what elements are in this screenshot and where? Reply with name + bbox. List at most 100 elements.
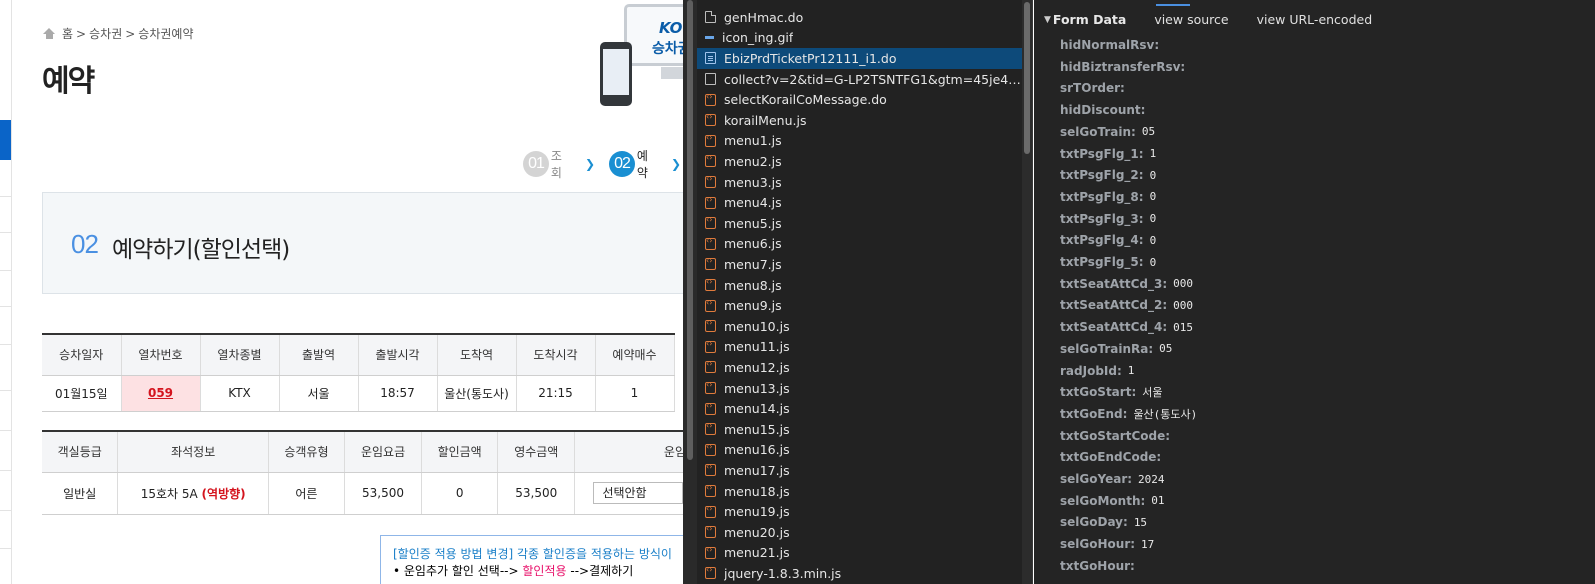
network-request-row[interactable]: menu4.js xyxy=(697,192,1022,213)
request-name: menu19.js xyxy=(724,504,790,520)
web-scrollbar-thumb[interactable] xyxy=(687,0,693,460)
script-icon xyxy=(705,133,716,147)
network-request-row[interactable]: menu10.js xyxy=(697,316,1022,337)
image-icon xyxy=(705,36,714,40)
breadcrumb-separator: > xyxy=(125,26,136,41)
passenger-type: 어른 xyxy=(268,472,345,515)
network-request-row[interactable]: menu5.js xyxy=(697,213,1022,234)
field-value: 17 xyxy=(1141,537,1155,551)
form-data-field: selGoTrain: 05 xyxy=(1060,122,1155,142)
field-key: selGoTrainRa: xyxy=(1060,341,1154,356)
field-key: txtGoStart: xyxy=(1060,385,1137,400)
paid-amount: 53,500 xyxy=(497,472,576,515)
network-request-row[interactable]: menu7.js xyxy=(697,254,1022,275)
breadcrumb-separator: > xyxy=(76,26,87,41)
train-info-table: 승차일자 열차번호 열차종별 출발역 출발시각 도착역 도착시각 예약매수 01… xyxy=(42,333,675,412)
discount-select[interactable]: 선택안함 xyxy=(593,482,684,504)
network-request-row[interactable]: menu6.js xyxy=(697,234,1022,255)
seat-direction: (역방향) xyxy=(201,486,246,501)
arrive-station: 울산(통도사) xyxy=(437,375,517,412)
pane-splitter[interactable] xyxy=(683,0,697,584)
network-request-row[interactable]: menu16.js xyxy=(697,440,1022,461)
request-name: menu10.js xyxy=(724,318,790,334)
request-name: menu16.js xyxy=(724,442,790,458)
app-banner[interactable]: KO 승차권 xyxy=(596,4,695,110)
network-request-row[interactable]: menu20.js xyxy=(697,522,1022,543)
network-request-row[interactable]: icon_ing.gif xyxy=(697,28,1022,49)
column-header: 영수금액 xyxy=(497,431,576,473)
column-header: 출발역 xyxy=(279,334,359,376)
fare-amount: 53,500 xyxy=(344,472,423,515)
section-header: 02 예약하기(할인선택) xyxy=(42,192,695,294)
table-header-row: 객실등급 좌석정보 승객유형 운임요금 할인금액 영수금액 운임 xyxy=(42,431,695,473)
request-name: menu15.js xyxy=(724,421,790,437)
network-request-row[interactable]: menu1.js xyxy=(697,131,1022,152)
left-sidebar-selected[interactable] xyxy=(0,120,11,160)
section-number: 02 xyxy=(71,229,99,259)
form-data-field: hidNormalRsv: xyxy=(1060,35,1165,55)
form-data-field: selGoHour: 17 xyxy=(1060,534,1154,554)
breadcrumb-home[interactable]: 홈 xyxy=(62,25,73,42)
field-value: 0 xyxy=(1149,233,1157,247)
breadcrumb-level2[interactable]: 승차권예약 xyxy=(138,25,193,42)
request-name: menu7.js xyxy=(724,256,782,272)
form-data-field: selGoYear: 2024 xyxy=(1060,469,1165,489)
train-number-cell: 059 xyxy=(121,375,201,412)
left-sidebar-strip xyxy=(0,0,12,584)
view-url-encoded-link[interactable]: view URL-encoded xyxy=(1257,12,1373,27)
network-request-row[interactable]: menu2.js xyxy=(697,151,1022,172)
network-request-row[interactable]: menu15.js xyxy=(697,419,1022,440)
banner-logo: KO xyxy=(659,19,683,37)
field-key: txtGoEnd: xyxy=(1060,406,1128,421)
script-icon xyxy=(705,401,716,415)
network-request-row[interactable]: menu12.js xyxy=(697,357,1022,378)
request-name: menu12.js xyxy=(724,359,790,375)
breadcrumb-level1[interactable]: 승차권 xyxy=(89,25,122,42)
script-icon xyxy=(705,195,716,209)
home-icon[interactable] xyxy=(43,28,56,39)
table-row: 01월15일 059 KTX 서울 18:57 울산(통도사) 21:15 1 xyxy=(42,375,675,412)
column-header: 객실등급 xyxy=(42,431,119,473)
network-request-row[interactable]: korailMenu.js xyxy=(697,110,1022,131)
network-request-row[interactable]: menu8.js xyxy=(697,275,1022,296)
network-request-row[interactable]: genHmac.do xyxy=(697,7,1022,28)
train-number-link[interactable]: 059 xyxy=(148,386,173,400)
field-key: txtPsgFlg_8: xyxy=(1060,189,1144,204)
request-name: menu14.js xyxy=(724,401,790,417)
field-key: radJobId: xyxy=(1060,363,1122,378)
network-request-row[interactable]: menu11.js xyxy=(697,337,1022,358)
step-2-label: 예약 xyxy=(636,149,648,180)
form-data-title[interactable]: Form Data xyxy=(1053,12,1126,27)
network-request-row[interactable]: jquery-1.8.3.min.js xyxy=(697,563,1022,584)
network-request-row[interactable]: menu14.js xyxy=(697,398,1022,419)
form-data-field: txtPsgFlg_3: 0 xyxy=(1060,209,1156,229)
payload-panel: ▼ Form Data view source view URL-encoded… xyxy=(1034,0,1595,584)
field-value: 01 xyxy=(1151,494,1165,508)
seat-class: 일반실 xyxy=(42,472,119,515)
column-header: 출발시각 xyxy=(358,334,438,376)
column-header: 열차번호 xyxy=(121,334,201,376)
triangle-down-icon[interactable]: ▼ xyxy=(1044,15,1051,25)
script-icon xyxy=(705,298,716,312)
network-request-row[interactable]: EbizPrdTicketPr12111_i1.do xyxy=(697,48,1022,69)
network-request-row[interactable]: menu21.js xyxy=(697,543,1022,564)
network-request-row[interactable]: menu9.js xyxy=(697,295,1022,316)
request-name: menu2.js xyxy=(724,153,782,169)
train-type: KTX xyxy=(200,375,280,412)
network-request-list: genHmac.do icon_ing.gif EbizPrdTicketPr121… xyxy=(697,0,1033,584)
form-data-field: txtPsgFlg_8: 0 xyxy=(1060,187,1156,207)
network-request-row[interactable]: menu19.js xyxy=(697,501,1022,522)
network-request-row[interactable]: menu13.js xyxy=(697,378,1022,399)
network-request-row[interactable]: menu18.js xyxy=(697,481,1022,502)
form-data-field: selGoMonth: 01 xyxy=(1060,491,1165,511)
network-scrollbar-thumb[interactable] xyxy=(1024,2,1030,154)
view-source-link[interactable]: view source xyxy=(1154,12,1228,27)
network-request-row[interactable]: selectKorailCoMessage.do xyxy=(697,89,1022,110)
network-request-row[interactable]: menu3.js xyxy=(697,172,1022,193)
network-scrollbar[interactable] xyxy=(1022,0,1032,584)
request-name: EbizPrdTicketPr12111_i1.do xyxy=(724,50,897,66)
network-request-row[interactable]: menu17.js xyxy=(697,460,1022,481)
field-key: selGoDay: xyxy=(1060,515,1128,530)
request-name: menu13.js xyxy=(724,380,790,396)
network-request-row[interactable]: collect?v=2&tid=G-LP2TSNTFG1&gtm=45je41a… xyxy=(697,69,1022,90)
